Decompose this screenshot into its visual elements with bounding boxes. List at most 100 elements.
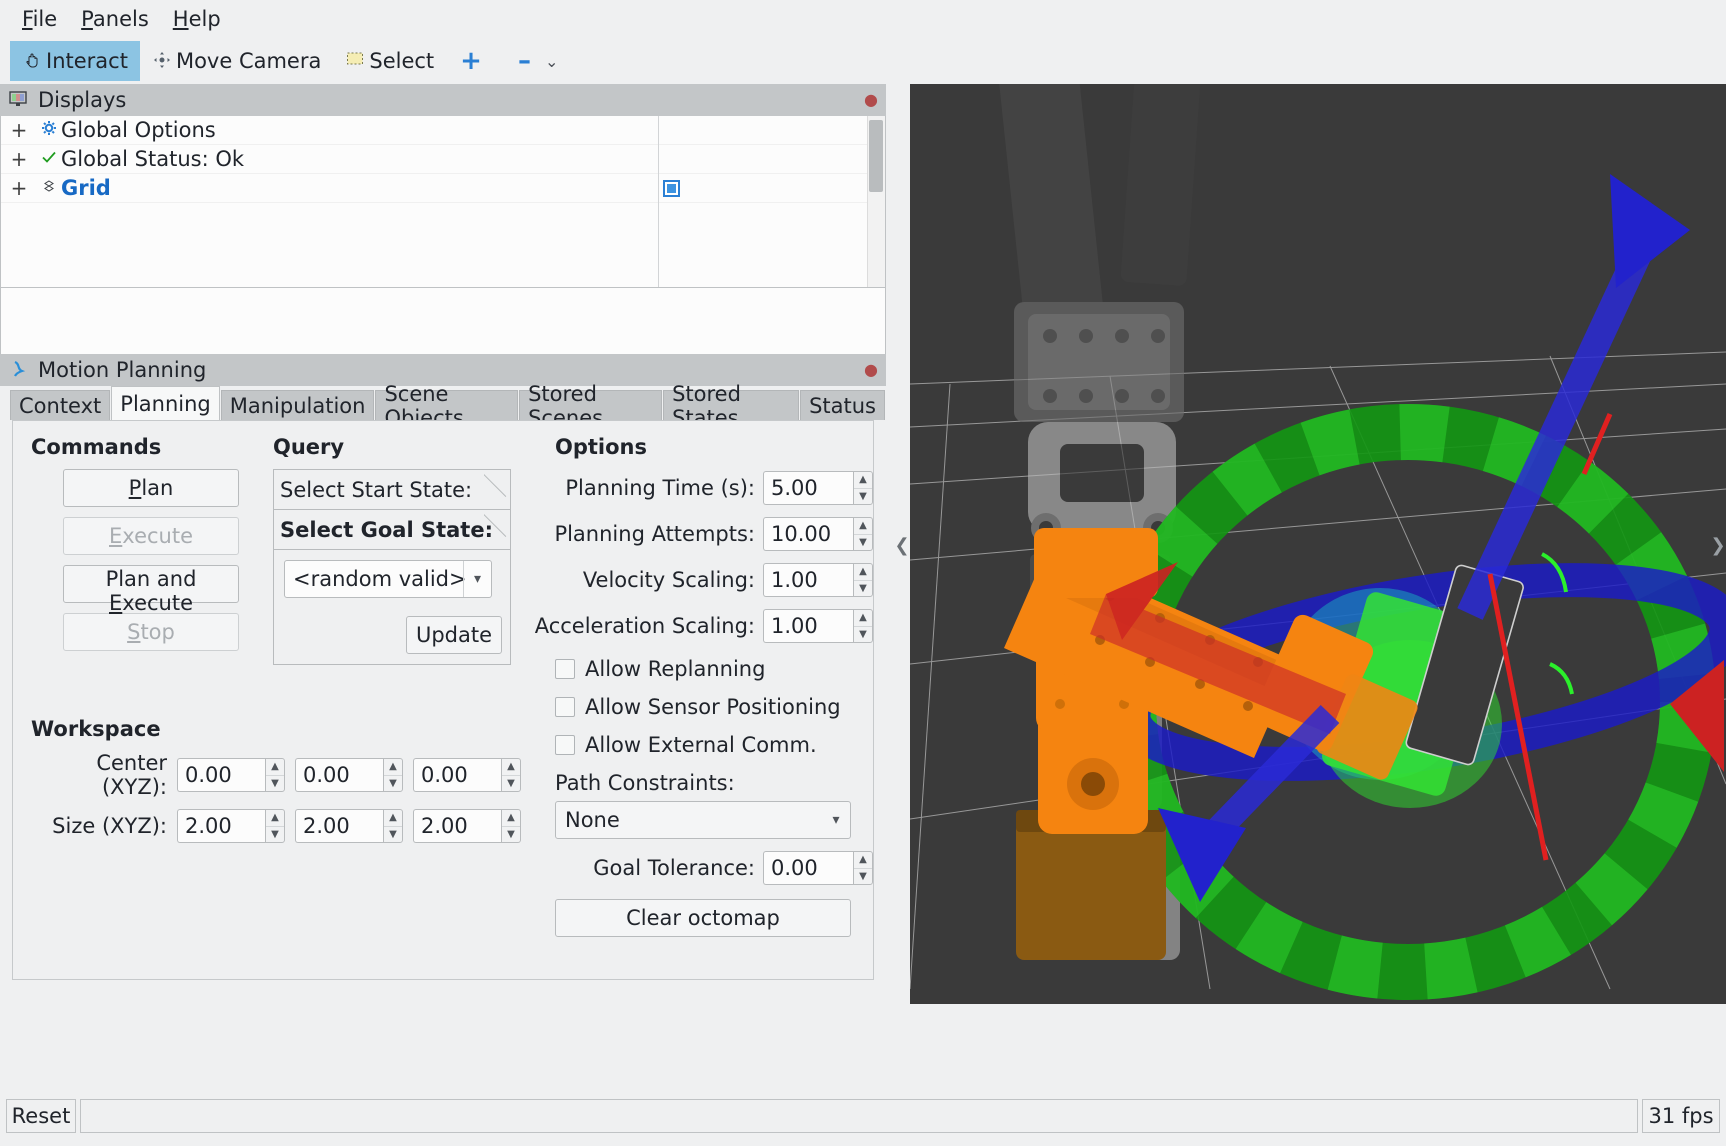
- grid-enabled-checkbox[interactable]: [663, 180, 680, 197]
- display-row-global-status[interactable]: + Global Status: Ok: [1, 145, 885, 174]
- stepper-down-icon[interactable]: ▼: [502, 776, 520, 792]
- workspace-size-z-input[interactable]: [413, 809, 501, 843]
- tab-context[interactable]: Context: [10, 390, 111, 420]
- stepper-down-icon[interactable]: ▼: [854, 581, 872, 597]
- stepper-up-icon[interactable]: ▲: [854, 564, 872, 581]
- planning-time-stepper[interactable]: ▲▼: [763, 471, 873, 505]
- workspace-size-y-stepper[interactable]: ▲▼: [295, 809, 403, 843]
- expander-icon[interactable]: +: [1, 118, 37, 142]
- stepper-buttons[interactable]: ▲ ▼: [265, 758, 285, 792]
- stepper-down-icon[interactable]: ▼: [266, 776, 284, 792]
- goal-state-select[interactable]: <random valid> ▾: [284, 560, 492, 598]
- workspace-size-x-stepper[interactable]: ▲▼: [177, 809, 285, 843]
- tab-status[interactable]: Status: [800, 390, 885, 420]
- stepper-buttons[interactable]: ▲ ▼: [265, 809, 285, 843]
- plan-and-execute-button[interactable]: Plan and Execute: [63, 565, 239, 615]
- select-start-state-section[interactable]: Select Start State:: [274, 470, 510, 510]
- stepper-up-icon[interactable]: ▲: [854, 852, 872, 869]
- workspace-size-z-stepper[interactable]: ▲▼: [413, 809, 521, 843]
- workspace-center-z-input[interactable]: [413, 758, 501, 792]
- tab-scene-objects[interactable]: Scene Objects: [375, 382, 519, 430]
- stepper-buttons[interactable]: ▲ ▼: [853, 609, 873, 643]
- allow-sensor-positioning-checkbox[interactable]: [555, 697, 575, 717]
- tool-interact[interactable]: Interact: [10, 41, 140, 81]
- allow-external-comm-row[interactable]: Allow External Comm.: [533, 733, 873, 757]
- stepper-buttons[interactable]: ▲ ▼: [853, 851, 873, 885]
- stepper-buttons[interactable]: ▲ ▼: [853, 563, 873, 597]
- stepper-buttons[interactable]: ▲ ▼: [501, 809, 521, 843]
- tool-move-camera[interactable]: Move Camera: [140, 41, 333, 81]
- display-row-global-options[interactable]: + Global Options: [1, 116, 885, 145]
- expander-icon[interactable]: +: [1, 147, 37, 171]
- stop-button[interactable]: Stop: [63, 613, 239, 651]
- menu-file[interactable]: File: [10, 3, 69, 35]
- allow-sensor-positioning-row[interactable]: Allow Sensor Positioning: [533, 695, 873, 719]
- tab-stored-scenes[interactable]: Stored Scenes: [519, 382, 663, 430]
- tab-stored-states[interactable]: Stored States: [663, 382, 800, 430]
- workspace-size-y-input[interactable]: [295, 809, 383, 843]
- display-row-grid[interactable]: + Grid: [1, 174, 885, 203]
- stepper-up-icon[interactable]: ▲: [384, 810, 402, 827]
- workspace-center-y-input[interactable]: [295, 758, 383, 792]
- stepper-down-icon[interactable]: ▼: [854, 489, 872, 505]
- chevron-left-icon[interactable]: ❮: [894, 527, 910, 563]
- stepper-up-icon[interactable]: ▲: [854, 472, 872, 489]
- velocity-scaling-input[interactable]: [763, 563, 853, 597]
- planning-time-input[interactable]: [763, 471, 853, 505]
- stepper-up-icon[interactable]: ▲: [502, 759, 520, 776]
- chevron-down-icon[interactable]: ⌄: [539, 52, 564, 71]
- close-icon[interactable]: ●: [864, 362, 878, 378]
- tab-planning[interactable]: Planning: [111, 386, 220, 420]
- workspace-center-y-stepper[interactable]: ▲▼: [295, 758, 403, 792]
- menu-panels[interactable]: Panels: [69, 3, 161, 35]
- workspace-size-x-input[interactable]: [177, 809, 265, 843]
- chevron-down-icon[interactable]: ▾: [822, 802, 850, 838]
- stepper-up-icon[interactable]: ▲: [266, 810, 284, 827]
- plan-button[interactable]: Plan: [63, 469, 239, 507]
- execute-button[interactable]: Execute: [63, 517, 239, 555]
- stepper-down-icon[interactable]: ▼: [384, 776, 402, 792]
- planning-attempts-input[interactable]: [763, 517, 853, 551]
- clear-octomap-button[interactable]: Clear octomap: [555, 899, 851, 937]
- stepper-down-icon[interactable]: ▼: [854, 627, 872, 643]
- workspace-center-x-input[interactable]: [177, 758, 265, 792]
- velocity-scaling-stepper[interactable]: ▲▼: [763, 563, 873, 597]
- reset-button[interactable]: Reset: [6, 1099, 76, 1133]
- add-tool-icon[interactable]: +: [446, 46, 496, 76]
- stepper-buttons[interactable]: ▲ ▼: [501, 758, 521, 792]
- planning-attempts-stepper[interactable]: ▲▼: [763, 517, 873, 551]
- stepper-buttons[interactable]: ▲ ▼: [853, 471, 873, 505]
- chevron-down-icon[interactable]: ▾: [463, 561, 491, 597]
- menu-help[interactable]: Help: [161, 3, 233, 35]
- stepper-up-icon[interactable]: ▲: [384, 759, 402, 776]
- select-goal-state-section[interactable]: Select Goal State:: [274, 510, 510, 550]
- allow-replanning-row[interactable]: Allow Replanning: [533, 657, 873, 681]
- stepper-down-icon[interactable]: ▼: [266, 827, 284, 843]
- stepper-up-icon[interactable]: ▲: [266, 759, 284, 776]
- acceleration-scaling-input[interactable]: [763, 609, 853, 643]
- stepper-buttons[interactable]: ▲ ▼: [853, 517, 873, 551]
- allow-replanning-checkbox[interactable]: [555, 659, 575, 679]
- stepper-buttons[interactable]: ▲ ▼: [383, 758, 403, 792]
- remove-tool-icon[interactable]: –: [496, 46, 539, 76]
- stepper-down-icon[interactable]: ▼: [854, 869, 872, 885]
- allow-external-comm-checkbox[interactable]: [555, 735, 575, 755]
- chevron-right-icon[interactable]: ❯: [1710, 527, 1726, 563]
- displays-scrollbar[interactable]: [867, 116, 885, 287]
- stepper-up-icon[interactable]: ▲: [502, 810, 520, 827]
- workspace-center-z-stepper[interactable]: ▲▼: [413, 758, 521, 792]
- stepper-down-icon[interactable]: ▼: [854, 535, 872, 551]
- goal-tolerance-input[interactable]: [763, 851, 853, 885]
- acceleration-scaling-stepper[interactable]: ▲▼: [763, 609, 873, 643]
- stepper-up-icon[interactable]: ▲: [854, 610, 872, 627]
- tool-select[interactable]: Select: [333, 41, 446, 81]
- stepper-down-icon[interactable]: ▼: [384, 827, 402, 843]
- 3d-viewport[interactable]: [910, 84, 1726, 1004]
- stepper-buttons[interactable]: ▲ ▼: [383, 809, 403, 843]
- stepper-up-icon[interactable]: ▲: [854, 518, 872, 535]
- close-icon[interactable]: ●: [864, 92, 878, 108]
- path-constraints-select[interactable]: None ▾: [555, 801, 851, 839]
- workspace-center-x-stepper[interactable]: ▲▼: [177, 758, 285, 792]
- displays-scrollbar-thumb[interactable]: [869, 120, 883, 192]
- update-button[interactable]: Update: [406, 616, 502, 654]
